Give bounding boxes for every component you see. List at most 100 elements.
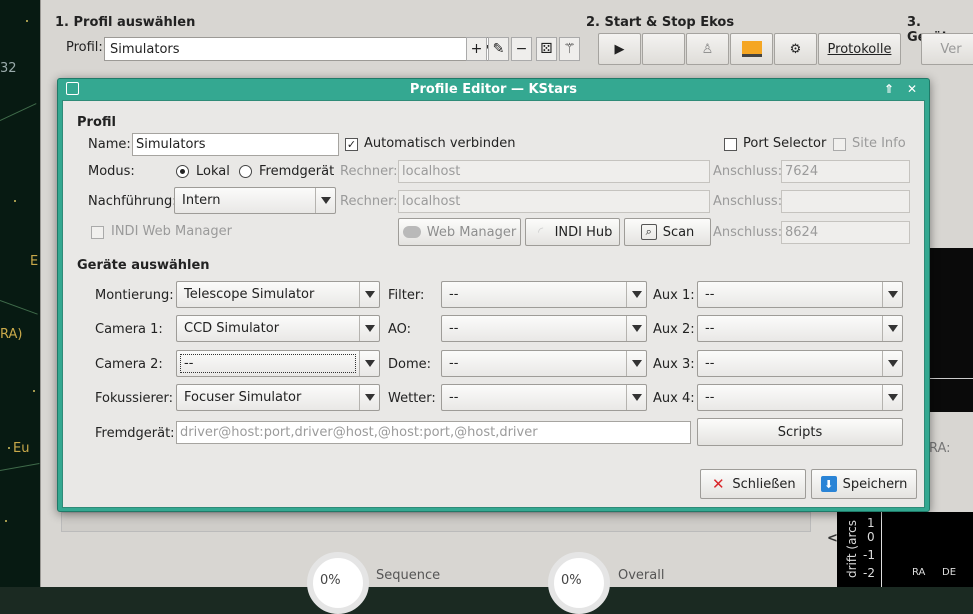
remove-profile-button[interactable]: − (511, 37, 532, 61)
guide-port-label: Anschluss: (713, 194, 783, 209)
wand-icon: ⚚ (563, 41, 576, 57)
save-button-label: Speichern (842, 476, 908, 492)
auto-connect-checkbox[interactable]: ✓ (345, 138, 358, 151)
drift-graph: drift (arcs 1 0 -1 -2 RA DE (837, 512, 973, 587)
drift-tick: 1 (867, 516, 875, 530)
camera2-label: Camera 2: (95, 357, 163, 372)
profile-label: Profil: (66, 40, 103, 55)
save-icon: ⬇ (820, 476, 837, 492)
start-ekos-button[interactable]: ▶ (598, 33, 641, 65)
aux1-select[interactable]: -- (697, 281, 903, 308)
web-manager-button-label: Web Manager (426, 224, 517, 240)
profile-select[interactable]: Simulators (104, 37, 502, 61)
mode-local-radio[interactable] (176, 165, 189, 178)
mode-remote-radio[interactable] (239, 165, 252, 178)
guide-port-field[interactable] (781, 190, 910, 213)
web-port-field[interactable]: 8624 (781, 221, 910, 244)
camera1-select[interactable]: CCD Simulator (176, 315, 380, 342)
overall-progress-value: 0% (561, 573, 582, 588)
plus-icon: + (470, 41, 483, 57)
close-button-label: Schließen (732, 476, 796, 492)
remote-drivers-field[interactable]: driver@host:port,driver@host,@host:port,… (176, 421, 691, 444)
close-button[interactable]: ✕ Schließen (700, 469, 806, 499)
mount-select[interactable]: Telescope Simulator (176, 281, 380, 308)
gear-icon: ⚙ (789, 41, 802, 57)
filter-select-value: -- (449, 287, 459, 302)
ra-label: RA: (929, 441, 951, 456)
dialog-titlebar[interactable]: Profile Editor — KStars ⇑ ✕ (58, 79, 929, 99)
play-icon: ▶ (614, 41, 625, 57)
host-label: Rechner: (340, 164, 398, 179)
aux2-select[interactable]: -- (697, 315, 903, 342)
aux4-label: Aux 4: (653, 391, 695, 406)
focuser-label: Fokussierer: (95, 391, 174, 406)
aux1-label: Aux 1: (653, 288, 695, 303)
star (8, 447, 10, 449)
name-field[interactable]: Simulators (132, 133, 339, 156)
aux3-select-value: -- (705, 356, 715, 371)
aux3-select[interactable]: -- (697, 350, 903, 377)
port-selector-checkbox[interactable] (724, 138, 737, 151)
drift-tick: -1 (863, 548, 875, 562)
dome-select[interactable]: -- (441, 350, 647, 377)
keep-above-icon[interactable]: ⇑ (880, 81, 898, 97)
host-field[interactable]: localhost (398, 160, 710, 183)
chevron-down-icon (626, 282, 646, 307)
aux4-select[interactable]: -- (697, 384, 903, 411)
image-icon (741, 41, 762, 57)
scripts-button-label: Scripts (777, 424, 823, 440)
guiding-label: Nachführung: (88, 194, 177, 209)
save-button[interactable]: ⬇ Speichern (811, 469, 917, 499)
mode-label: Modus: (88, 164, 135, 179)
indi-web-manager-checkbox[interactable] (91, 226, 104, 239)
profile-editor-dialog: Profile Editor — KStars ⇑ ✕ Profil Name:… (57, 78, 930, 512)
control-panel-button[interactable]: ♙ (686, 33, 729, 65)
ao-label: AO: (388, 322, 412, 337)
magic-wand-button[interactable]: ⚚ (559, 37, 580, 61)
edit-profile-button[interactable]: ✎ (488, 37, 509, 61)
chevron-down-icon (626, 385, 646, 410)
weather-select[interactable]: -- (441, 384, 647, 411)
close-icon: ✕ (712, 475, 725, 493)
scan-button[interactable]: ⌕ Scan (624, 218, 711, 246)
logs-button-label: Protokolle (827, 41, 892, 57)
sky-label: 32 (0, 61, 17, 76)
close-icon[interactable]: ✕ (903, 81, 921, 97)
remote-label: Fremdgerät: (95, 426, 175, 441)
guide-host-field[interactable]: localhost (398, 190, 710, 213)
indi-hub-button[interactable]: ◜ INDI Hub (525, 218, 620, 246)
guiding-select[interactable]: Intern (174, 187, 336, 214)
dome-label: Dome: (388, 357, 432, 372)
settings-button[interactable]: ⚙ (774, 33, 817, 65)
chevron-down-icon (882, 282, 902, 307)
filter-select[interactable]: -- (441, 281, 647, 308)
profile-wizard-button[interactable]: ⚄ (536, 37, 557, 61)
web-port-label: Anschluss: (713, 225, 783, 240)
camera2-select[interactable]: -- (176, 350, 380, 377)
device-button[interactable]: Ver (921, 33, 973, 65)
aux4-select-value: -- (705, 390, 715, 405)
port-label: Anschluss: (713, 164, 783, 179)
logs-button[interactable]: Protokolle (818, 33, 901, 65)
sky-map[interactable]: 32 E RA) Eu (0, 0, 40, 587)
add-profile-button[interactable]: + (466, 37, 487, 61)
weather-select-value: -- (449, 390, 459, 405)
star (14, 200, 16, 202)
dialog-body: Profil Name: Simulators ✓ Automatisch ve… (62, 100, 925, 508)
focuser-select[interactable]: Focuser Simulator (176, 384, 380, 411)
web-manager-button[interactable]: Web Manager (398, 218, 521, 246)
mount-label: Montierung: (95, 288, 174, 303)
dice-icon: ⚄ (540, 41, 553, 57)
guide-graph-panel (929, 248, 973, 412)
fits-viewer-button[interactable] (730, 33, 773, 65)
drift-tick: -2 (863, 566, 875, 580)
port-field[interactable]: 7624 (781, 160, 910, 183)
stop-ekos-button[interactable] (642, 33, 685, 65)
site-info-checkbox[interactable] (833, 138, 846, 151)
scripts-button[interactable]: Scripts (697, 418, 903, 446)
ao-select[interactable]: -- (441, 315, 647, 342)
chevron-down-icon (315, 188, 335, 213)
progress-area (61, 512, 811, 532)
dome-select-value: -- (449, 356, 459, 371)
window-menu-icon[interactable] (66, 82, 79, 95)
